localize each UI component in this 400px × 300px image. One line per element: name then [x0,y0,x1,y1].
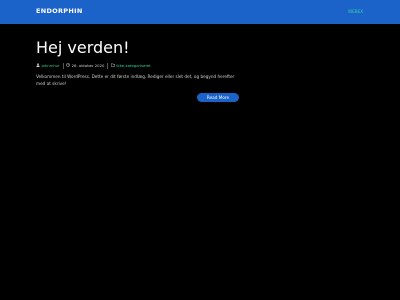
read-more-button[interactable]: Read More [197,93,239,102]
post-meta: johnrchur 26. oktober 2020 Ikke-kategori… [36,62,154,69]
post-author: johnrchur [36,63,63,68]
category-link[interactable]: Ikke-kategoriseret [116,63,150,68]
nav-link[interactable]: WEBEX [348,9,363,14]
post-category: Ikke-kategoriseret [108,63,154,68]
folder-icon [110,63,115,68]
author-link[interactable]: johnrchur [42,63,60,68]
user-icon [36,63,40,68]
post-date: 26. oktober 2020 [63,63,107,68]
site-logo-link[interactable]: ENDORPHIN [36,7,83,15]
site-header: ENDORPHIN WEBEX [0,0,400,24]
post-title[interactable]: Hej verden! [36,40,130,56]
clock-icon [66,63,70,68]
post-excerpt: Velkommen til WordPress. Dette er dit fø… [36,74,235,86]
date-text: 26. oktober 2020 [71,62,105,68]
